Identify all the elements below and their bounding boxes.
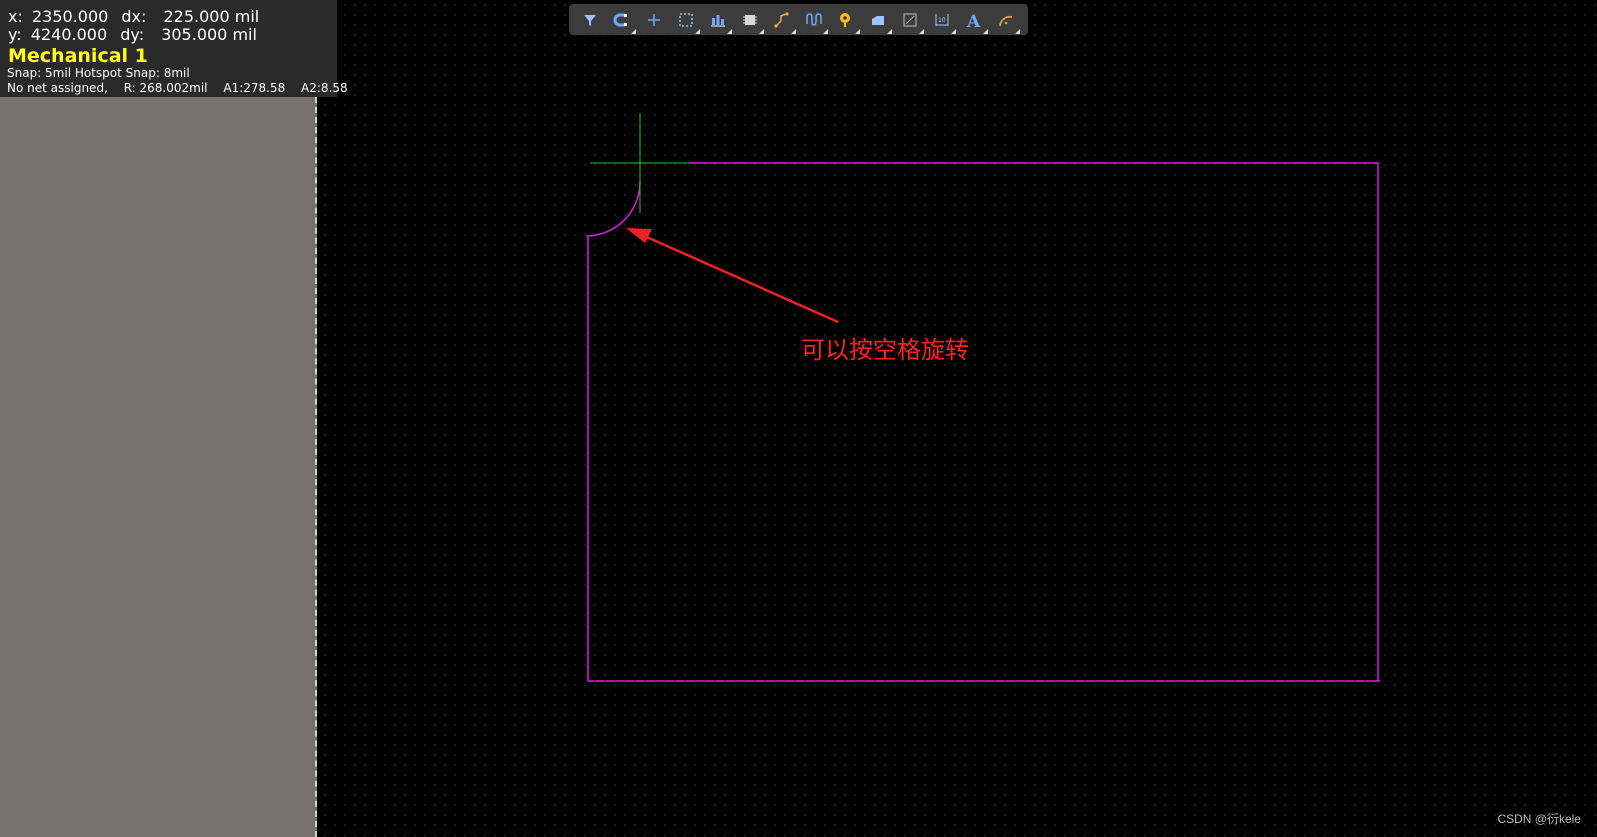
annotation-text: 可以按空格旋转 bbox=[801, 336, 969, 364]
via-pad-icon bbox=[840, 12, 850, 27]
status-hud: x: 2350.000 dx: 225.000 mil y: 4240.000 … bbox=[0, 0, 348, 97]
region-icon bbox=[903, 12, 917, 27]
add-cross-button[interactable] bbox=[643, 9, 665, 31]
via-pad-button[interactable] bbox=[835, 9, 860, 34]
text-icon: A bbox=[966, 12, 981, 29]
align-icon bbox=[711, 14, 725, 26]
y-readout: y: 4240.000 dy: 305.000 mil bbox=[8, 25, 257, 44]
add-cross-icon bbox=[648, 13, 660, 26]
arc-segment bbox=[585, 181, 641, 237]
polygon-fill-button[interactable] bbox=[867, 9, 892, 34]
select-rect-button[interactable] bbox=[675, 9, 700, 34]
route-track-icon bbox=[774, 11, 789, 28]
annotation-arrow-line bbox=[639, 232, 839, 324]
svg-text:10: 10 bbox=[938, 17, 946, 24]
component-button[interactable] bbox=[739, 9, 764, 34]
snap-magnet-button[interactable] bbox=[611, 9, 636, 34]
select-rect-icon bbox=[679, 12, 693, 27]
current-layer: Mechanical 1 bbox=[8, 45, 148, 67]
align-button[interactable] bbox=[707, 9, 732, 34]
board-outline bbox=[587, 162, 1380, 682]
filter-button[interactable] bbox=[579, 9, 601, 31]
arc-icon bbox=[999, 15, 1013, 26]
x-readout: x: 2350.000 dx: 225.000 mil bbox=[8, 7, 260, 26]
filter-icon bbox=[584, 14, 596, 26]
watermark: CSDN @衍kele bbox=[1497, 812, 1581, 826]
svg-text:A: A bbox=[966, 12, 981, 29]
dimension-icon: 10 bbox=[935, 13, 949, 26]
polygon-fill-icon bbox=[872, 15, 884, 25]
route-track-button[interactable] bbox=[771, 9, 796, 34]
dimension-button[interactable]: 10 bbox=[931, 9, 956, 34]
interactive-length-icon bbox=[806, 12, 822, 26]
text-button[interactable]: A bbox=[963, 9, 988, 34]
board-drawing[interactable] bbox=[0, 0, 1597, 837]
interactive-length-button[interactable] bbox=[803, 9, 828, 34]
snap-info: Snap: 5mil Hotspot Snap: 8mil bbox=[7, 66, 190, 80]
snap-magnet-icon bbox=[613, 13, 627, 26]
region-button[interactable] bbox=[899, 9, 924, 34]
active-bar-toolbar: 10 A bbox=[569, 4, 1028, 35]
arc-button[interactable] bbox=[995, 9, 1020, 34]
net-info: No net assigned, R: 268.002mil A1:278.58… bbox=[7, 81, 348, 95]
component-icon bbox=[743, 14, 757, 25]
annotation-arrow-head bbox=[626, 228, 652, 243]
